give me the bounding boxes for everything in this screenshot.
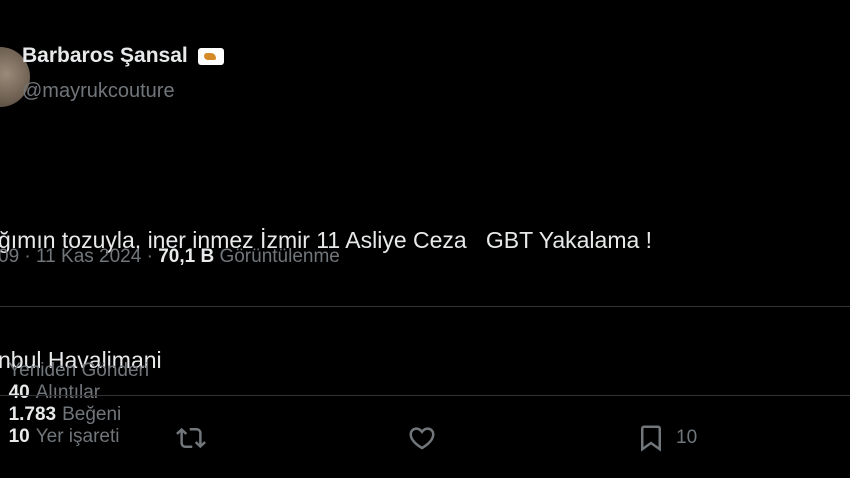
- author-row: Barbaros Şansal: [22, 44, 224, 68]
- tweet-timestamp[interactable]: 09 · 11 Kas 2024 ·: [0, 246, 158, 267]
- views-label: Görüntülenme: [214, 246, 340, 267]
- bookmark-button[interactable]: 10: [636, 420, 697, 456]
- author-handle[interactable]: @mayrukcouture: [22, 80, 175, 103]
- heart-icon: [409, 427, 435, 450]
- action-bar: 10: [0, 420, 850, 456]
- retweets-stat[interactable]: Yeniden Gönderi: [8, 360, 149, 381]
- tweet-meta: 09 · 11 Kas 2024 · 70,1 B Görüntülenme: [0, 246, 340, 268]
- retweet-button[interactable]: [176, 420, 206, 456]
- divider: [0, 395, 850, 396]
- views-count: 70,1 B: [158, 246, 215, 267]
- quotes-label: Alıntılar: [35, 382, 101, 403]
- quotes-count: 40: [8, 382, 30, 403]
- divider: [0, 306, 850, 307]
- bookmark-icon: [641, 425, 661, 452]
- like-button[interactable]: [407, 420, 437, 456]
- retweets-label: Yeniden Gönderi: [8, 360, 150, 381]
- quotes-stat[interactable]: 40 Alıntılar: [9, 382, 101, 403]
- flag-icon: [197, 47, 224, 65]
- author-name[interactable]: Barbaros Şansal: [22, 44, 188, 68]
- bookmark-count: 10: [676, 427, 698, 448]
- retweet-icon: [176, 427, 206, 449]
